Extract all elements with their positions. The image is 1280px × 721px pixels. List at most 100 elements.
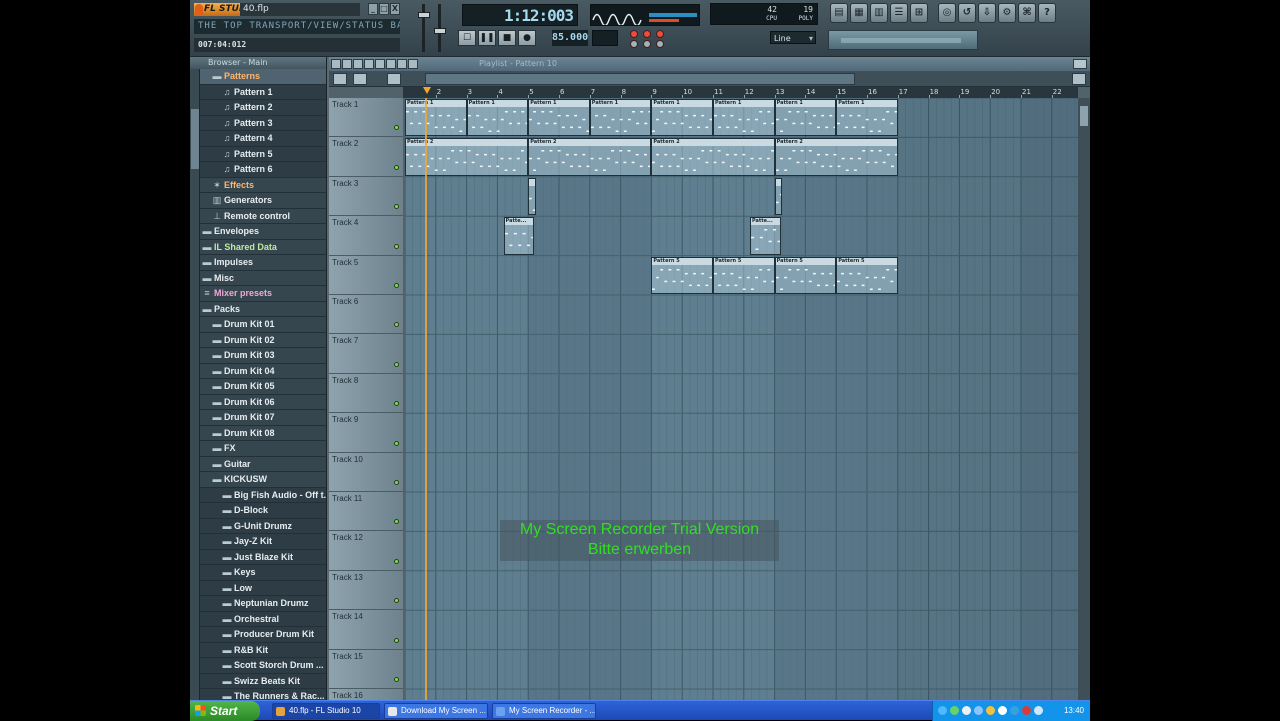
link-icon[interactable]: ⌘ [1018,3,1036,23]
browser-item[interactable]: ▬ D-Block [200,503,326,519]
browser-item[interactable]: ▬ Swizz Beats Kit [200,673,326,689]
browser-item[interactable]: ▬ G-Unit Drumz [200,518,326,534]
browser-item[interactable]: ▬ Patterns [200,69,326,85]
song-time-display[interactable]: 1:12:003 [462,4,578,26]
track-mute-led[interactable] [394,479,399,485]
timeline-ruler[interactable]: 2 3 4 5 6 7 8 9 10 11 12 13 14 15 16 17 18 19 20 21 22 [403,87,1078,98]
playhead-marker[interactable] [422,87,431,94]
browser-item[interactable]: ▥ Generators [200,193,326,209]
tray-icon[interactable] [974,706,983,715]
track-mute-led[interactable] [394,243,399,249]
stop-button[interactable]: ■ [498,30,516,46]
online-news-panel[interactable] [828,30,978,50]
pattern-picker-icon[interactable] [333,73,347,85]
taskbar-item-download[interactable]: Download My Screen ... [384,703,488,719]
track-header[interactable]: Track 1 [329,98,403,138]
pattern-clip[interactable]: Pattern 1 [466,99,529,137]
browser-scrollbar[interactable] [190,69,200,700]
browser-item[interactable]: ▬ Drum Kit 07 [200,410,326,426]
track-header[interactable]: Track 14 [329,610,403,650]
taskbar-item-fl-studio[interactable]: 40.flp - FL Studio 10 [272,703,380,719]
rec-option-icon[interactable] [630,30,638,38]
browser-item[interactable]: ♫ Pattern 6 [200,162,326,178]
track-mute-led[interactable] [394,164,399,170]
pause-button[interactable]: ❚❚ [478,30,496,46]
browser-item[interactable]: ▬ R&B Kit [200,642,326,658]
browser-item[interactable]: ▬ Envelopes [200,224,326,240]
minimize-button[interactable]: _ [368,3,378,15]
browser-scroll-thumb[interactable] [191,109,199,169]
pattern-clip[interactable]: Pattern 1 [713,99,775,137]
browser-item[interactable]: ▬ Orchestral [200,611,326,627]
playlist-vertical-scrollbar[interactable] [1078,98,1090,700]
snap-select[interactable]: Line [770,31,816,45]
browser-item[interactable]: ♫ Pattern 2 [200,100,326,116]
track-header[interactable]: Track 7 [329,334,403,374]
master-volume-knob[interactable] [418,12,430,18]
scroll-right-icon[interactable] [1072,73,1086,85]
track-header[interactable]: Track 2 [329,137,403,177]
track-mute-led[interactable] [394,519,399,525]
pattern-clip[interactable]: Pattern 5 [774,256,837,294]
playlist-tool-icon[interactable] [386,59,396,69]
track-header[interactable]: Track 4 [329,216,403,256]
pattern-clip[interactable]: Pattern 1 [405,99,467,137]
track-header[interactable]: Track 12 [329,531,403,571]
snap-icon[interactable] [353,73,367,85]
playlist-view-icon[interactable]: ▤ [830,3,848,23]
volume-icon[interactable] [1034,706,1043,715]
rec-option-icon[interactable] [643,30,651,38]
browser-item[interactable]: ▬ Neptunian Drumz [200,596,326,612]
maximize-button[interactable]: □ [379,3,389,15]
export-icon[interactable]: ⇩ [978,3,996,23]
track-mute-led[interactable] [394,204,399,210]
track-header[interactable]: Track 3 [329,176,403,217]
browser-item[interactable]: ⊥ Remote control [200,208,326,224]
rec-option-icon[interactable] [656,30,664,38]
track-header[interactable]: Track 10 [329,452,403,492]
pattern-clip[interactable]: Pattern 2 [774,138,898,176]
browser-item[interactable]: ♫ Pattern 4 [200,131,326,147]
browser-item[interactable]: ♫ Pattern 5 [200,146,326,162]
tray-icon[interactable] [986,706,995,715]
browser-item[interactable]: ▬ FX [200,441,326,457]
tray-icon[interactable] [938,706,947,715]
track-header[interactable]: Track 11 [329,492,403,532]
scroll-left-icon[interactable] [387,73,401,85]
track-header[interactable]: Track 15 [329,649,403,689]
browser-item[interactable]: ▬ Guitar [200,456,326,472]
render-icon[interactable]: ⚙ [998,3,1016,23]
tray-icon[interactable] [1010,706,1019,715]
pattern-clip[interactable] [528,177,536,216]
browser-item[interactable]: ▬ Drum Kit 01 [200,317,326,333]
track-header[interactable]: Track 9 [329,413,403,453]
track-mute-led[interactable] [394,676,399,682]
track-mute-led[interactable] [394,440,399,446]
browser-item[interactable]: ▬ Producer Drum Kit [200,627,326,643]
pattern-clip[interactable]: Pattern 2 [651,138,775,176]
track-mute-led[interactable] [394,125,399,131]
browser-item[interactable]: ▬ Big Fish Audio - Off t... [200,487,326,503]
playlist-tool-icon[interactable] [375,59,385,69]
track-header[interactable]: Track 6 [329,295,403,335]
pattern-clip[interactable]: Patte... [503,217,535,255]
tray-icon[interactable] [1022,706,1031,715]
pattern-mode-button[interactable]: ☐ [458,30,476,46]
browser-item[interactable]: ✶ Effects [200,177,326,193]
track-mute-led[interactable] [394,558,399,564]
track-mute-led[interactable] [394,401,399,407]
pattern-clip[interactable]: Pattern 2 [405,138,529,176]
track-header[interactable]: Track 13 [329,570,403,611]
playlist-tool-icon[interactable] [364,59,374,69]
playlist-tool-icon[interactable] [353,59,363,69]
browser-item[interactable]: ▬ IL Shared Data [200,239,326,255]
playlist-close-button[interactable] [1073,59,1087,69]
track-mute-led[interactable] [394,282,399,288]
playlist-grid[interactable]: Pattern 1 Pattern 1 Pattern 1 Pattern 1 Patt… [405,98,1078,700]
browser-view-icon[interactable]: ☰ [890,3,908,23]
help-icon[interactable]: ? [1038,3,1056,23]
taskbar-item-recorder[interactable]: My Screen Recorder - ... [492,703,596,719]
browser-item[interactable]: ▬ Drum Kit 04 [200,363,326,379]
pattern-clip[interactable] [774,177,783,216]
browser-item[interactable]: ▬ Drum Kit 02 [200,332,326,348]
